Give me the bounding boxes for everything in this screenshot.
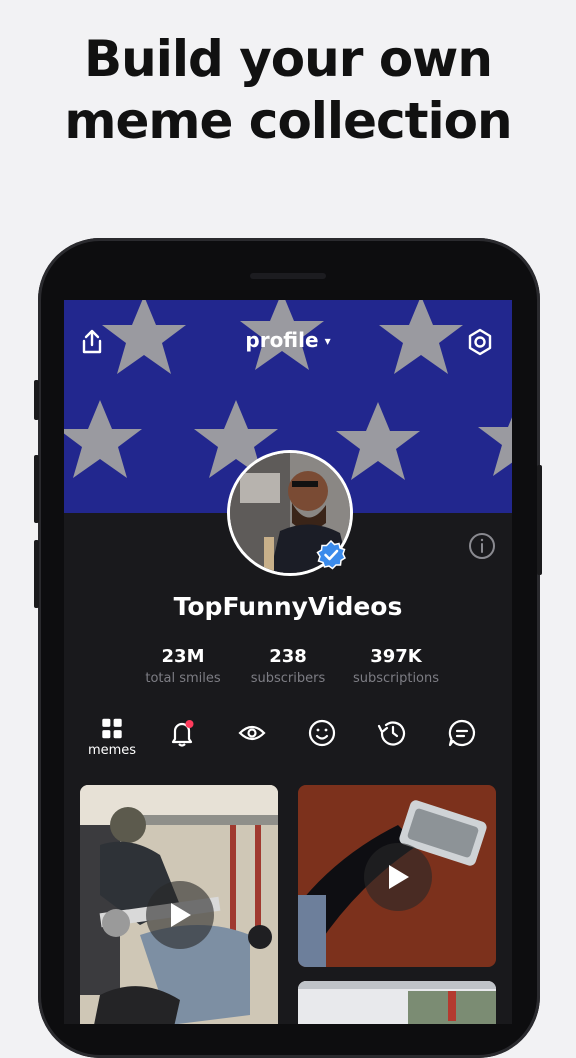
stat-value: 238 — [269, 646, 307, 667]
info-icon[interactable] — [468, 532, 496, 560]
play-button[interactable] — [146, 881, 214, 949]
chevron-down-icon: ▾ — [324, 334, 331, 348]
page-title: profile — [245, 328, 319, 352]
play-icon — [389, 865, 409, 889]
profile-title-dropdown[interactable]: profile ▾ — [64, 328, 512, 352]
comment-icon — [448, 719, 476, 747]
stat-label: subscribers — [250, 671, 326, 686]
smile-icon — [308, 719, 336, 747]
play-button[interactable] — [364, 843, 432, 911]
stat-label: total smiles — [145, 671, 221, 686]
stat-label: subscriptions — [352, 671, 440, 686]
tab-memes[interactable]: memes — [88, 718, 136, 758]
stat-subscriptions[interactable]: 397K subscriptions — [336, 646, 456, 686]
meme-thumbnail[interactable] — [298, 785, 496, 967]
phone-side-button — [537, 465, 542, 575]
app-screen: profile ▾ TopFunnyVideos 23M total smile… — [64, 300, 512, 1024]
meme-thumbnail[interactable] — [298, 981, 496, 1024]
headline-line-1: Build your own — [84, 30, 493, 88]
tab-smiled[interactable] — [302, 718, 342, 758]
play-icon — [171, 903, 191, 927]
tab-history[interactable] — [372, 718, 412, 758]
tab-comments[interactable] — [442, 718, 482, 758]
settings-icon[interactable] — [464, 326, 496, 358]
phone-speaker — [250, 273, 326, 279]
grid-icon — [102, 718, 122, 739]
tab-notifications[interactable] — [162, 718, 202, 758]
meme-thumbnail[interactable] — [80, 785, 278, 1024]
phone-side-button — [34, 380, 39, 420]
tab-memes-label: memes — [87, 743, 137, 758]
stat-value: 397K — [370, 646, 422, 667]
history-icon — [377, 721, 406, 746]
headline-line-2: meme collection — [64, 92, 512, 150]
phone-side-button — [34, 540, 39, 608]
stat-total-smiles: 23M total smiles — [123, 646, 243, 686]
phone-side-button — [34, 455, 39, 523]
stat-subscribers[interactable]: 238 subscribers — [228, 646, 348, 686]
eye-icon — [238, 725, 266, 741]
notification-badge — [185, 720, 194, 728]
tab-watched[interactable] — [232, 718, 272, 758]
profile-username: TopFunnyVideos — [173, 592, 403, 621]
bell-icon — [171, 720, 194, 747]
verified-badge-icon — [316, 539, 346, 570]
promo-headline: Build your own meme collection — [0, 28, 576, 152]
stat-value: 23M — [161, 646, 205, 667]
